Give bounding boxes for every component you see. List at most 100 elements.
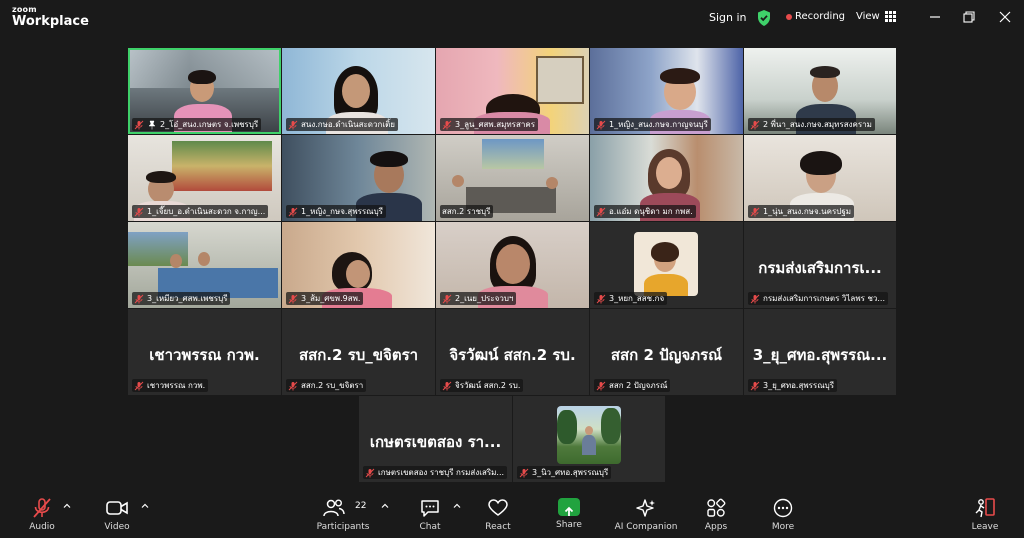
share-label: Share: [556, 520, 582, 530]
participant-tile[interactable]: กรมส่งเสริมการเ... กรมส่งเสริมการเกษตร ว…: [744, 222, 896, 308]
participant-name: สสก.2 ราชบุรี: [442, 207, 491, 216]
participant-name: 3_ยุ_ศทอ.สุพรรณบุรี: [763, 381, 835, 390]
participant-tile[interactable]: จิรวัฒน์ สสก.2 รบ. จิรวัฒน์ สสก.2 รบ.: [436, 309, 589, 395]
more-label: More: [771, 522, 795, 532]
restore-icon[interactable]: [960, 8, 978, 26]
participant-name: 1_เจี๊ยบ_อ.ดำเนินสะดวก จ.กาญ...: [147, 207, 266, 216]
participant-tile[interactable]: เชาวพรรณ กวพ. เชาวพรรณ กวพ.: [128, 309, 281, 395]
participant-tile[interactable]: 1_นุ่น_สนง.กษจ.นครปฐม: [744, 135, 896, 221]
pin-icon: [148, 120, 156, 129]
apps-icon: [707, 498, 726, 517]
chat-label: Chat: [419, 522, 441, 532]
participant-display-name: กรมส่งเสริมการเ...: [758, 259, 882, 277]
participant-display-name: เกษตรเขตสอง รา...: [369, 433, 502, 451]
chevron-up-icon[interactable]: [381, 502, 389, 510]
participant-name: 2_เนย_ประจวบฯ: [455, 294, 514, 303]
chevron-up-icon[interactable]: [453, 502, 461, 510]
participant-tile[interactable]: 1_หญิง_กษจ.สุพรรณบุรี: [282, 135, 435, 221]
apps-button[interactable]: Apps: [698, 488, 734, 538]
minimize-icon[interactable]: [926, 8, 944, 26]
participant-name: สสก 2 ปัญจภรณ์: [609, 381, 668, 390]
mic-off-icon: [288, 381, 298, 390]
participant-name-label: สนง.กษอ.ดำเนินสะดวกเติ้ย: [286, 118, 398, 131]
participant-name-label: 3_ยุ_ศทอ.สุพรรณบุรี: [748, 379, 838, 392]
participant-name-label: 2 พี่นา_สนง.กษจ.สมุทรสงคราม: [748, 118, 875, 131]
participant-tile[interactable]: อ.แอ๋ม ดนุชิดา มก กพส.: [590, 135, 743, 221]
participant-tile[interactable]: เกษตรเขตสอง รา... เกษตรเขตสอง ราชบุรี กร…: [359, 396, 512, 482]
participant-name-label: สสก.2 รบ_ขจิตรา: [286, 379, 367, 392]
chevron-up-icon[interactable]: [141, 502, 149, 510]
participant-display-name: จิรวัฒน์ สสก.2 รบ.: [449, 346, 576, 364]
participant-name-label: จิรวัฒน์ สสก.2 รบ.: [440, 379, 524, 392]
audio-button[interactable]: Audio: [22, 488, 62, 538]
audio-label: Audio: [29, 522, 55, 532]
close-icon[interactable]: [996, 8, 1014, 26]
mic-off-icon: [442, 294, 452, 303]
participant-name-label: 1_เจี๊ยบ_อ.ดำเนินสะดวก จ.กาญ...: [132, 205, 269, 218]
participant-tile[interactable]: สสก 2 ปัญจภรณ์ สสก 2 ปัญจภรณ์: [590, 309, 743, 395]
participant-tile[interactable]: 3_ลูน_ศสพ.สมุทรสาคร: [436, 48, 589, 134]
mic-off-icon: [288, 207, 298, 216]
participant-tile[interactable]: 3_นิว_ศทอ.สุพรรณบุรี: [513, 396, 665, 482]
chat-button[interactable]: Chat: [412, 488, 448, 538]
participant-tile[interactable]: สนง.กษอ.ดำเนินสะดวกเติ้ย: [282, 48, 435, 134]
participant-photo: [634, 232, 698, 296]
mic-off-icon: [442, 381, 452, 390]
participant-name: 3_ส้ม_ศขพ.9สพ.: [301, 294, 361, 303]
participant-name-label: สสก 2 ปัญจภรณ์: [594, 379, 671, 392]
react-button[interactable]: React: [480, 488, 516, 538]
participant-tile[interactable]: 3_ส้ม_ศขพ.9สพ.: [282, 222, 435, 308]
participant-name-label: 3_หยก_สสช.กจ: [594, 292, 668, 305]
participant-tile[interactable]: สสก.2 ราชบุรี: [436, 135, 589, 221]
sign-in-link[interactable]: Sign in: [709, 11, 747, 24]
participant-name: สนง.กษอ.ดำเนินสะดวกเติ้ย: [301, 120, 395, 129]
grid-icon: [884, 11, 896, 22]
recording-indicator[interactable]: Recording: [786, 11, 845, 22]
participant-tile[interactable]: 1_เจี๊ยบ_อ.ดำเนินสะดวก จ.กาญ...: [128, 135, 281, 221]
mic-off-icon: [134, 294, 144, 303]
people-icon: [323, 499, 345, 517]
mic-off-icon: [519, 468, 529, 477]
leave-label: Leave: [971, 522, 999, 532]
mic-off-icon: [134, 381, 144, 390]
share-button[interactable]: Share: [551, 488, 587, 538]
participant-tile[interactable]: 1_หญิง_สนง.กษจ.กาญจนบุรี: [590, 48, 743, 134]
participant-tile[interactable]: 3_หยก_สสช.กจ: [590, 222, 743, 308]
participant-tile[interactable]: 3_เหมียว_ศสพ.เพชรบุรี: [128, 222, 281, 308]
mic-off-icon: [750, 381, 760, 390]
participant-name-label: เกษตรเขตสอง ราชบุรี กรมส่งเสริม...: [363, 466, 508, 479]
video-button[interactable]: Video: [97, 488, 137, 538]
participant-tile[interactable]: 3_ยุ_ศทอ.สุพรรณ... 3_ยุ_ศทอ.สุพรรณบุรี: [744, 309, 896, 395]
participants-button[interactable]: Participants: [312, 488, 374, 538]
participant-tile[interactable]: สสก.2 รบ_ขจิตรา สสก.2 รบ_ขจิตรา: [282, 309, 435, 395]
more-button[interactable]: More: [765, 488, 801, 538]
participant-name: จิรวัฒน์ สสก.2 รบ.: [455, 381, 521, 390]
camera-icon: [106, 501, 128, 515]
ai-companion-button[interactable]: AI Companion: [612, 488, 680, 538]
participant-name: อ.แอ๋ม ดนุชิดา มก กพส.: [609, 207, 693, 216]
mic-off-icon: [596, 207, 606, 216]
mic-off-icon: [442, 120, 452, 129]
view-label: View: [856, 11, 880, 22]
view-button[interactable]: View: [856, 11, 896, 22]
participant-name-label: 1_หญิง_กษจ.สุพรรณบุรี: [286, 205, 386, 218]
participant-tile[interactable]: 2_โอ๋_สนง.เกษตร จ.เพชรบุรี: [128, 48, 281, 134]
participant-name-label: 2_โอ๋_สนง.เกษตร จ.เพชรบุรี: [132, 118, 262, 131]
participant-tile[interactable]: 2 พี่นา_สนง.กษจ.สมุทรสงคราม: [744, 48, 896, 134]
leave-button[interactable]: Leave: [966, 488, 1004, 538]
participant-name: 3_ลูน_ศสพ.สมุทรสาคร: [455, 120, 535, 129]
shield-check-icon[interactable]: [756, 9, 772, 27]
mic-off-icon: [750, 120, 760, 129]
participant-name: 3_นิว_ศทอ.สุพรรณบุรี: [532, 468, 609, 477]
more-icon: [773, 498, 793, 518]
apps-label: Apps: [704, 522, 728, 532]
mic-off-icon: [365, 468, 375, 477]
mic-off-icon: [288, 294, 298, 303]
participant-name-label: 1_หญิง_สนง.กษจ.กาญจนบุรี: [594, 118, 711, 131]
participant-name-label: อ.แอ๋ม ดนุชิดา มก กพส.: [594, 205, 696, 218]
mic-off-icon: [596, 381, 606, 390]
chevron-up-icon[interactable]: [63, 502, 71, 510]
participant-tile[interactable]: 2_เนย_ประจวบฯ: [436, 222, 589, 308]
participant-display-name: สสก 2 ปัญจภรณ์: [610, 346, 723, 364]
ai-companion-label: AI Companion: [614, 522, 678, 532]
